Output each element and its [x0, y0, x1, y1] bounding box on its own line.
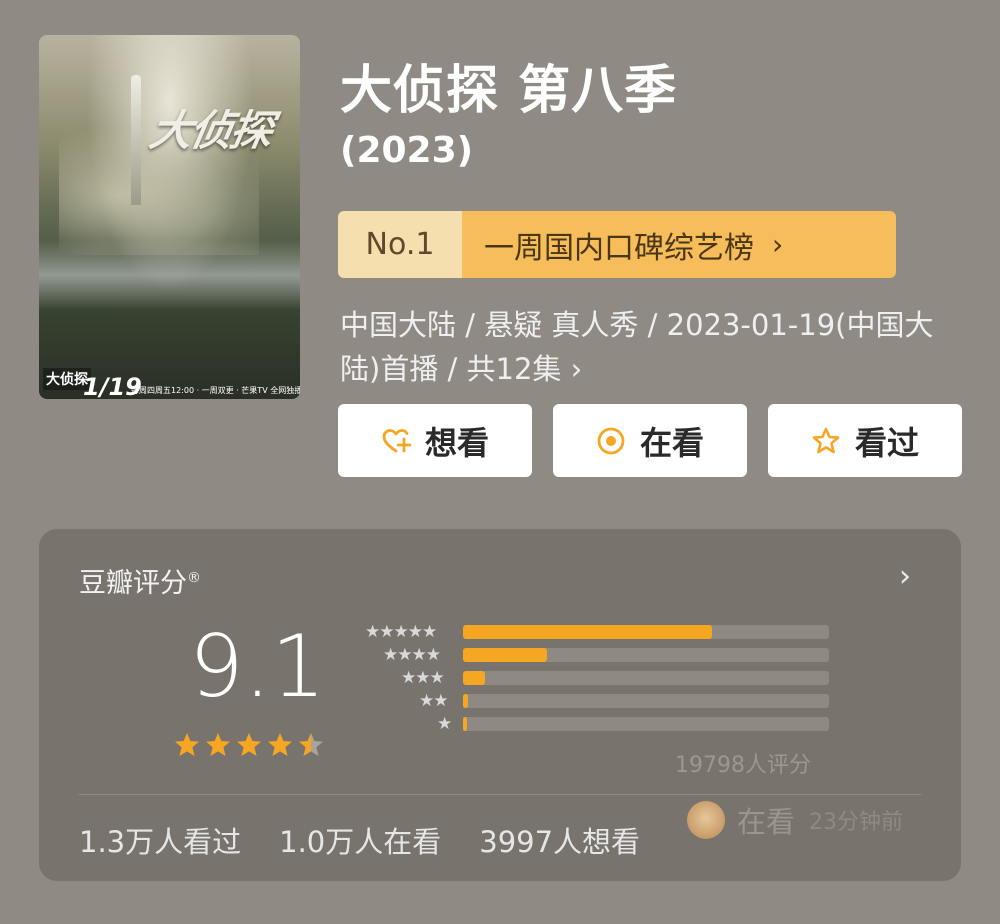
watched-label: 看过 [854, 423, 919, 462]
rating-bar-fill [463, 648, 547, 662]
star-icon [175, 733, 199, 756]
watched-count[interactable]: 1.3万人看过 [79, 819, 241, 861]
rating-breakdown: ★★★★★ ★★★★ ★★★ ★★ ★ [359, 622, 829, 737]
rating-score: 9.1 [189, 617, 326, 717]
want-to-watch-label: 想看 [424, 423, 489, 462]
rating-panel[interactable]: 豆瓣评分® › 9.1 ★★★★★ ★★★★ ★★★ ★★ ★ 19798人评分 1.3… [39, 529, 961, 881]
poster-image[interactable]: 大侦探 大侦探 1/19 每周四周五12:00 · 一周双更 · 芒果TV 全网… [39, 35, 300, 399]
want-count[interactable]: 3997人想看 [479, 819, 640, 861]
rating-row-stars: ★★★★ [383, 645, 441, 665]
rating-row: ★★★★★ [359, 622, 829, 645]
watching-count[interactable]: 1.0万人在看 [279, 819, 441, 861]
want-to-watch-button[interactable]: 想看 [338, 404, 532, 477]
activity-time: 23分钟前 [809, 810, 904, 835]
rating-bar-track [463, 648, 829, 662]
rating-bar-track [463, 625, 829, 639]
rating-row: ★★★ [359, 668, 829, 691]
watching-label: 在看 [639, 423, 704, 462]
rating-bar-track [463, 694, 829, 708]
rating-bar-track [463, 717, 829, 731]
rating-label: 豆瓣评分® [79, 561, 201, 600]
rating-row-stars: ★★★ [401, 668, 445, 688]
star-icon [299, 733, 323, 756]
rating-label-text: 豆瓣评分 [79, 568, 187, 599]
divider [79, 794, 921, 795]
rating-bar-track [463, 671, 829, 685]
action-buttons: 想看 在看 看过 [338, 404, 962, 477]
watched-button[interactable]: 看过 [768, 404, 962, 477]
star-icon [268, 733, 292, 756]
rating-stars [173, 731, 328, 759]
watching-button[interactable]: 在看 [553, 404, 747, 477]
rating-bar-fill [463, 671, 485, 685]
poster-mist [39, 240, 300, 310]
star-icon [237, 733, 261, 756]
rank-number: No.1 [338, 211, 462, 278]
watch-stats: 1.3万人看过 1.0万人在看 3997人想看 [79, 819, 640, 861]
rating-bar-fill [463, 625, 712, 639]
recent-activity[interactable]: 在看 23分钟前 [687, 799, 903, 841]
rank-list-name: 一周国内口碑综艺榜 [484, 230, 754, 266]
rating-count: 19798人评分 [675, 753, 811, 778]
registered-mark: ® [187, 570, 201, 586]
poster-schedule: 每周四周五12:00 · 一周双更 · 芒果TV 全网独播 [131, 386, 300, 395]
star-icon [206, 733, 230, 756]
show-meta-info[interactable]: 中国大陆 / 悬疑 真人秀 / 2023-01-19(中国大陆)首播 / 共12… [340, 303, 970, 391]
show-year: (2023) [340, 130, 474, 171]
chevron-right-icon: › [772, 228, 784, 261]
rating-row: ★★★★ [359, 645, 829, 668]
rating-row-stars: ★★★★★ [365, 622, 437, 642]
rank-list: 一周国内口碑综艺榜 › [462, 211, 896, 278]
activity-status: 在看 [737, 805, 796, 839]
rating-row: ★ [359, 714, 829, 737]
avatar [687, 801, 725, 839]
target-icon [596, 426, 626, 456]
poster-logo: 大侦探 [146, 106, 275, 155]
rating-row-stars: ★ [437, 714, 452, 734]
rating-row: ★★ [359, 691, 829, 714]
chevron-right-icon[interactable]: › [899, 559, 911, 594]
poster-tower-art [131, 75, 141, 205]
rating-row-stars: ★★ [419, 691, 449, 711]
ranking-banner[interactable]: No.1 一周国内口碑综艺榜 › [338, 211, 896, 278]
show-title: 大侦探 第八季 [340, 61, 678, 121]
star-outline-icon [811, 426, 841, 456]
rating-bar-fill [463, 694, 468, 708]
heart-plus-icon [381, 426, 412, 456]
rating-bar-fill [463, 717, 467, 731]
